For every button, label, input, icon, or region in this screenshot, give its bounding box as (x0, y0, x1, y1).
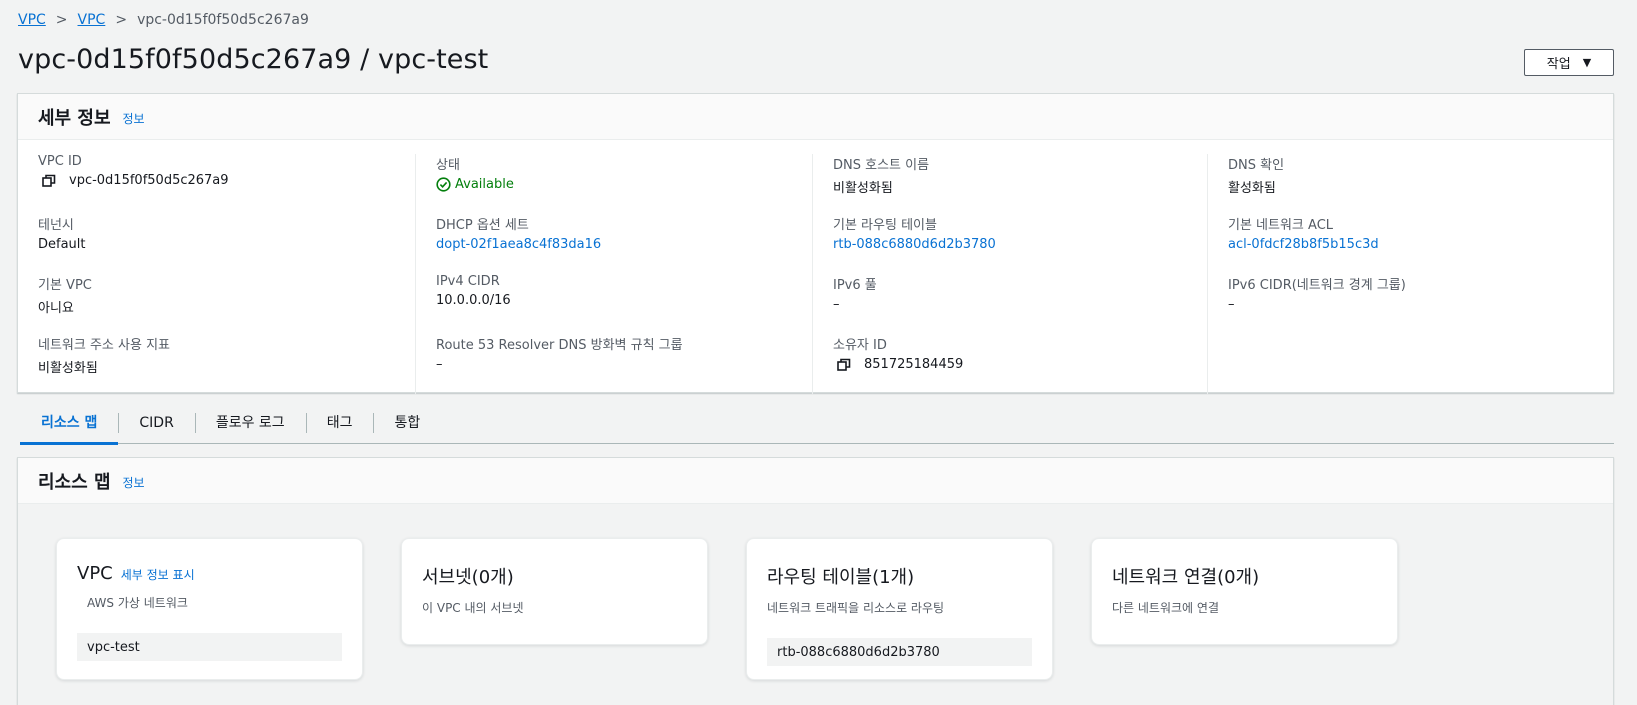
field-label: DHCP 옵션 세트 (436, 218, 529, 233)
details-grid: VPC ID vpc-0d15f0f50d5c267a9 테넌시 Default… (18, 154, 1613, 394)
details-column-2: 상태 Available DHCP 옵션 세트 dopt-02f1aea8c4f… (415, 154, 812, 394)
field-value: 851725184459 (833, 357, 1207, 372)
field-main-network-acl: 기본 네트워크 ACL acl-0fdcf28b8f5b15c3d (1228, 214, 1613, 274)
route-table-item[interactable]: rtb-088c6880d6d2b3780 (767, 638, 1032, 666)
tab-bar: 리소스 맵 CIDR 플로우 로그 태그 통합 (20, 402, 1614, 445)
field-owner-id: 소유자 ID 851725184459 (833, 334, 1207, 394)
field-label: DNS 확인 (1228, 158, 1285, 173)
field-value: 비활성화됨 (833, 181, 893, 196)
main-route-table-link[interactable]: rtb-088c6880d6d2b3780 (833, 237, 1207, 252)
field-state: 상태 Available (436, 154, 812, 214)
subnets-card-title: 서브넷(0개) (422, 567, 514, 588)
details-column-3: DNS 호스트 이름 비활성화됨 기본 라우팅 테이블 rtb-088c6880… (812, 154, 1207, 394)
field-value: 아니요 (38, 301, 74, 316)
field-value: – (1228, 297, 1235, 312)
field-label: 소유자 ID (833, 338, 887, 353)
field-main-route-table: 기본 라우팅 테이블 rtb-088c6880d6d2b3780 (833, 214, 1207, 274)
field-label: 기본 네트워크 ACL (1228, 218, 1334, 233)
breadcrumb: VPC > VPC > vpc-0d15f0f50d5c267a9 (18, 12, 309, 28)
field-label: 테넌시 (38, 218, 74, 233)
breadcrumb-current: vpc-0d15f0f50d5c267a9 (137, 12, 309, 28)
details-column-4: DNS 확인 활성화됨 기본 네트워크 ACL acl-0fdcf28b8f5b… (1207, 154, 1613, 394)
breadcrumb-separator: > (115, 12, 128, 28)
field-tenancy: 테넌시 Default (38, 214, 415, 274)
details-panel-header: 세부 정보 정보 (18, 94, 1613, 140)
tab-resource-map[interactable]: 리소스 맵 (20, 402, 119, 445)
page-title: vpc-0d15f0f50d5c267a9 / vpc-test (18, 44, 489, 75)
vpc-card-title: VPC (77, 563, 113, 584)
network-connections-card: 네트워크 연결(0개) 다른 네트워크에 연결 (1091, 538, 1398, 645)
field-dhcp-options: DHCP 옵션 세트 dopt-02f1aea8c4f83da16 (436, 214, 812, 274)
network-connections-card-title: 네트워크 연결(0개) (1112, 567, 1260, 588)
vpc-card-subtitle: AWS 가상 네트워크 (87, 596, 188, 610)
network-connections-card-subtitle: 다른 네트워크에 연결 (1112, 601, 1219, 615)
subnets-card: 서브넷(0개) 이 VPC 내의 서브넷 (401, 538, 708, 645)
dhcp-options-link[interactable]: dopt-02f1aea8c4f83da16 (436, 237, 812, 252)
details-column-1: VPC ID vpc-0d15f0f50d5c267a9 테넌시 Default… (18, 154, 415, 394)
breadcrumb-separator: > (55, 12, 68, 28)
details-info-link[interactable]: 정보 (123, 110, 145, 127)
details-panel: 세부 정보 정보 VPC ID vpc-0d15f0f50d5c267a9 테넌… (17, 93, 1614, 394)
field-dns-resolution: DNS 확인 활성화됨 (1228, 154, 1613, 214)
status-success-icon (436, 177, 451, 192)
field-value: – (833, 297, 840, 312)
field-label: IPv4 CIDR (436, 274, 500, 289)
actions-button-label: 작업 (1546, 57, 1571, 72)
field-route53-resolver: Route 53 Resolver DNS 방화벽 규칙 그룹 – (436, 334, 812, 394)
field-value: 활성화됨 (1228, 181, 1276, 196)
route-tables-card-title: 라우팅 테이블(1개) (767, 567, 915, 588)
field-label: DNS 호스트 이름 (833, 158, 930, 173)
vpc-id-value: vpc-0d15f0f50d5c267a9 (69, 173, 229, 188)
details-title: 세부 정보 (38, 107, 111, 129)
resource-map-info-link[interactable]: 정보 (123, 474, 145, 491)
vpc-card-item[interactable]: vpc-test (77, 633, 342, 661)
field-network-address-usage: 네트워크 주소 사용 지표 비활성화됨 (38, 334, 415, 394)
field-label: 기본 라우팅 테이블 (833, 218, 937, 233)
field-default-vpc: 기본 VPC 아니요 (38, 274, 415, 334)
copy-icon[interactable] (42, 174, 57, 188)
field-value: – (436, 357, 443, 372)
route-tables-card-subtitle: 네트워크 트래픽을 리소스로 라우팅 (767, 601, 945, 615)
field-label: VPC ID (38, 154, 82, 169)
field-label: 기본 VPC (38, 278, 92, 293)
breadcrumb-link-vpcs[interactable]: VPC (78, 12, 106, 28)
actions-button[interactable]: 작업 ▼ (1524, 49, 1614, 76)
breadcrumb-link-vpc-service[interactable]: VPC (18, 12, 46, 28)
field-label: 네트워크 주소 사용 지표 (38, 338, 170, 353)
show-details-link[interactable]: 세부 정보 표시 (121, 566, 195, 583)
field-value: 10.0.0.0/16 (436, 293, 511, 308)
field-value: 비활성화됨 (38, 361, 98, 376)
field-dns-hostnames: DNS 호스트 이름 비활성화됨 (833, 154, 1207, 214)
field-ipv6-cidr: IPv6 CIDR(네트워크 경계 그룹) – (1228, 274, 1613, 334)
vpc-card: VPC 세부 정보 표시 AWS 가상 네트워크 vpc-test (56, 538, 363, 680)
copy-icon[interactable] (837, 358, 852, 372)
field-vpc-id: VPC ID vpc-0d15f0f50d5c267a9 (38, 154, 415, 214)
main-network-acl-link[interactable]: acl-0fdcf28b8f5b15c3d (1228, 237, 1613, 252)
field-value: Default (38, 237, 86, 252)
field-label: Route 53 Resolver DNS 방화벽 규칙 그룹 (436, 338, 683, 353)
status-badge: Available (455, 177, 514, 192)
tab-integrations[interactable]: 통합 (373, 402, 441, 444)
field-ipv6-pool: IPv6 풀 – (833, 274, 1207, 334)
field-label: IPv6 CIDR(네트워크 경계 그룹) (1228, 278, 1406, 293)
tab-tags[interactable]: 태그 (305, 402, 374, 444)
field-label: IPv6 풀 (833, 278, 877, 293)
tab-cidr[interactable]: CIDR (118, 402, 194, 444)
resource-map-panel: 리소스 맵 정보 VPC 세부 정보 표시 AWS 가상 네트워크 vpc-te… (17, 457, 1614, 705)
vpc-card-title-row: VPC 세부 정보 표시 (77, 563, 342, 584)
caret-down-icon: ▼ (1582, 56, 1592, 69)
tab-flow-logs[interactable]: 플로우 로그 (194, 402, 306, 444)
resource-map-title: 리소스 맵 (38, 471, 111, 493)
field-value: vpc-0d15f0f50d5c267a9 (38, 173, 415, 188)
field-label: 상태 (436, 158, 460, 173)
route-tables-card: 라우팅 테이블(1개) 네트워크 트래픽을 리소스로 라우팅 rtb-088c6… (746, 538, 1053, 680)
subnets-card-subtitle: 이 VPC 내의 서브넷 (422, 601, 524, 615)
resource-map-header: 리소스 맵 정보 (18, 458, 1613, 504)
field-value: Available (436, 177, 812, 192)
field-ipv4-cidr: IPv4 CIDR 10.0.0.0/16 (436, 274, 812, 334)
owner-id-value: 851725184459 (864, 357, 964, 372)
